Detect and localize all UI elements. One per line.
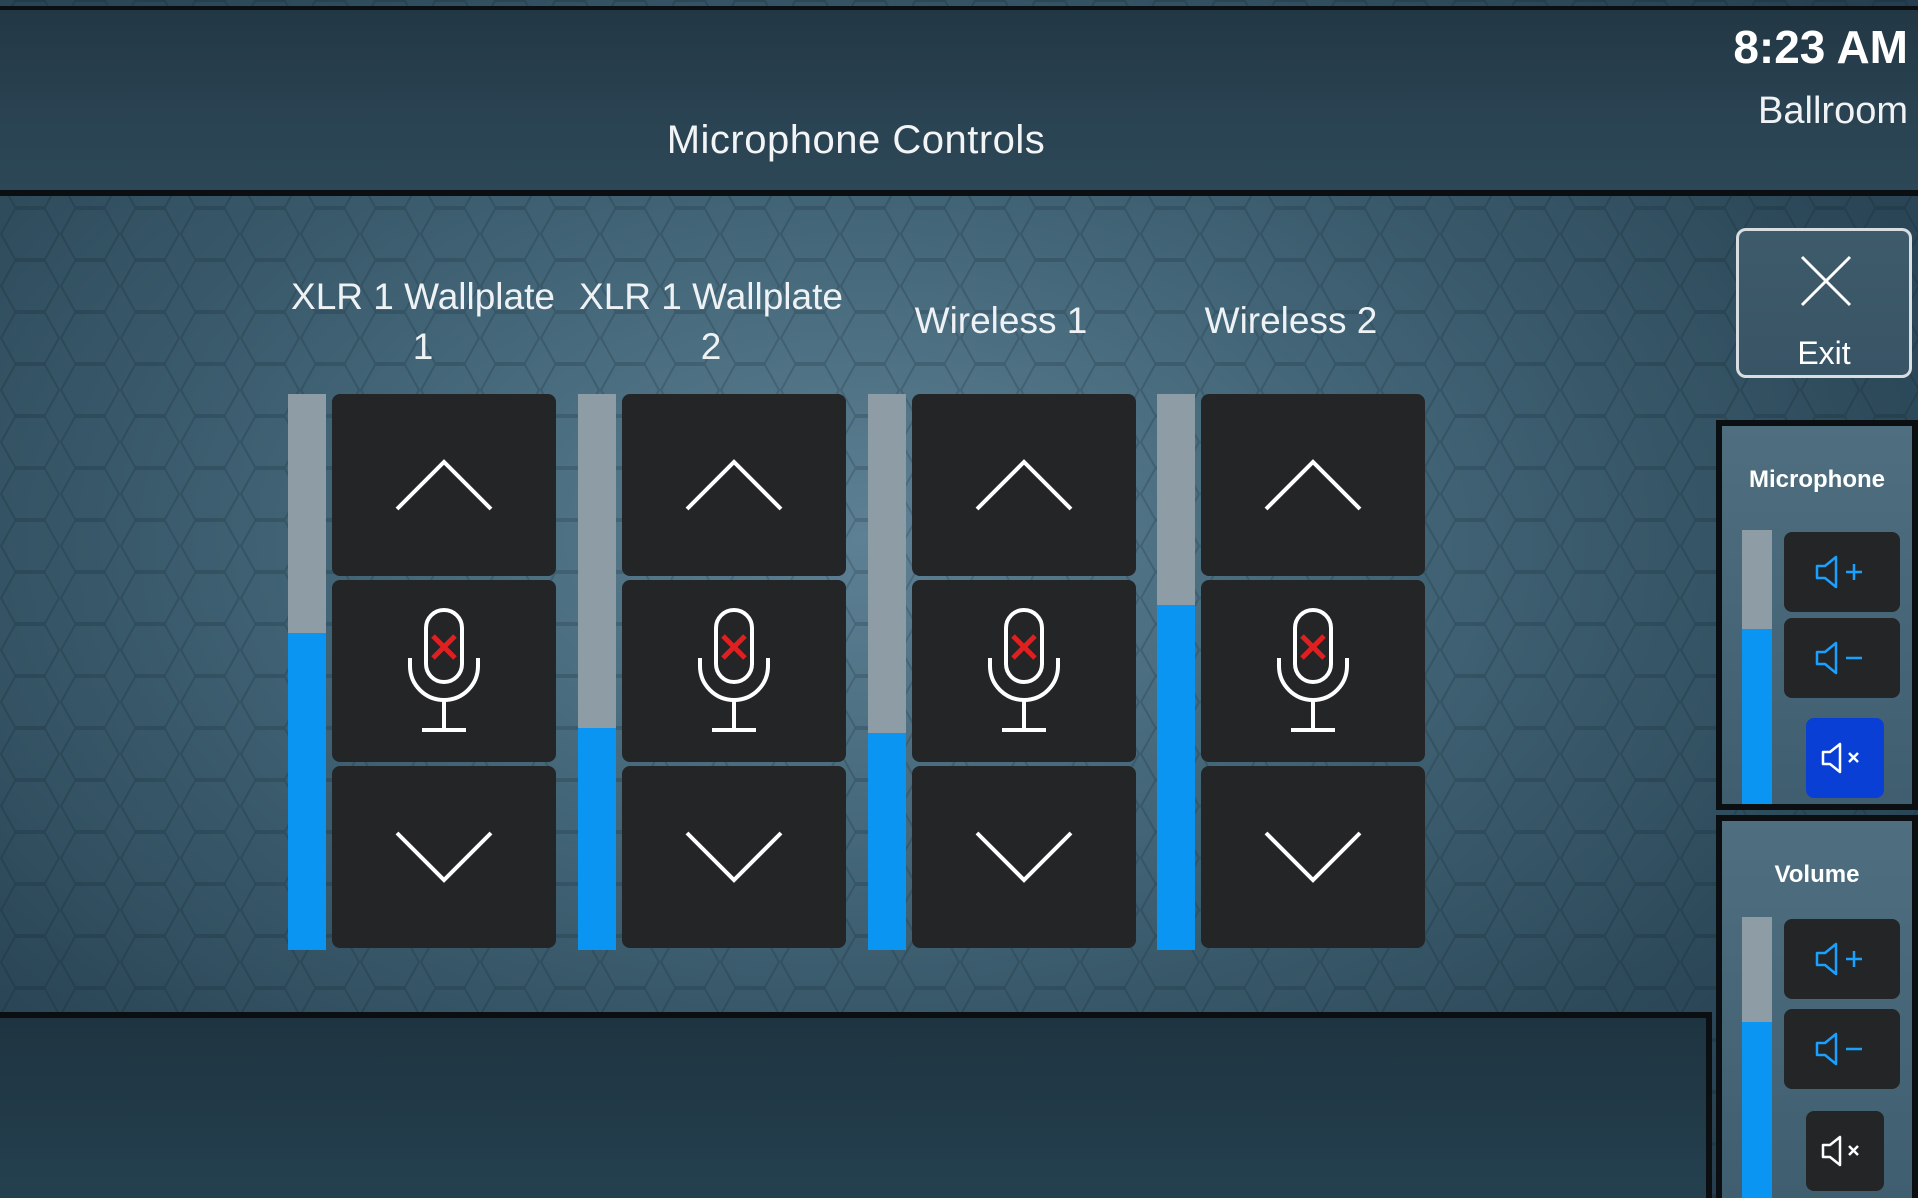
volume-panel: Volume (1716, 815, 1918, 1198)
speaker-minus-icon (1815, 1032, 1862, 1066)
channel-level-fill-1 (288, 633, 326, 950)
microphone-muted-icon (408, 608, 480, 732)
channel-2-volume-down-button[interactable] (622, 766, 846, 948)
room-name: Ballroom (1758, 90, 1908, 132)
chevron-up-icon (975, 459, 1073, 511)
microphone-panel-title: Microphone (1749, 466, 1885, 493)
chevron-down-icon (975, 831, 1073, 883)
channel-label-2: XLR 1 Wallplate 2 (579, 276, 843, 367)
speaker-minus-icon (1815, 641, 1862, 675)
channel-4-mute-button[interactable] (1201, 580, 1425, 762)
microphone-mute-button[interactable] (1806, 718, 1884, 798)
channel-label-1: XLR 1 Wallplate 1 (291, 276, 555, 367)
chevron-up-icon (685, 459, 783, 511)
microphone-muted-icon (1277, 608, 1349, 732)
speaker-mute-icon (1821, 742, 1859, 774)
channel-3-volume-up-button[interactable] (912, 394, 1136, 576)
channel-label-4: Wireless 2 (1204, 300, 1378, 341)
microphone-muted-icon (698, 608, 770, 732)
volume-level-meter (1742, 917, 1772, 1198)
microphone-volume-down-button[interactable] (1784, 618, 1900, 698)
channel-2-volume-up-button[interactable] (622, 394, 846, 576)
channel-level-fill-4 (1157, 605, 1195, 950)
footer-bar (0, 1012, 1712, 1198)
volume-panel-title: Volume (1774, 861, 1860, 888)
channel-level-fill-2 (578, 728, 616, 950)
channel-3-volume-down-button[interactable] (912, 766, 1136, 948)
speaker-plus-icon (1815, 942, 1862, 976)
exit-button[interactable]: Exit (1736, 228, 1912, 378)
channel-level-meter-4 (1157, 394, 1195, 950)
channel-level-meter-3 (868, 394, 906, 950)
channel-3-mute-button[interactable] (912, 580, 1136, 762)
speaker-mute-icon (1821, 1135, 1859, 1167)
channel-2-mute-button[interactable] (622, 580, 846, 762)
microphone-muted-icon (988, 608, 1060, 732)
chevron-down-icon (1264, 831, 1362, 883)
microphone-level-fill (1742, 629, 1772, 804)
chevron-up-icon (395, 459, 493, 511)
channel-label-3: Wireless 1 (914, 300, 1088, 341)
exit-label: Exit (1797, 335, 1851, 371)
microphone-level-meter (1742, 530, 1772, 804)
volume-down-button[interactable] (1784, 1009, 1900, 1089)
microphone-volume-up-button[interactable] (1784, 532, 1900, 612)
chevron-down-icon (395, 831, 493, 883)
microphone-panel: Microphone (1716, 420, 1918, 810)
channel-level-fill-3 (868, 733, 906, 950)
header-bar (0, 6, 1918, 196)
channel-1-volume-up-button[interactable] (332, 394, 556, 576)
volume-mute-button[interactable] (1806, 1111, 1884, 1191)
channel-4-volume-up-button[interactable] (1201, 394, 1425, 576)
channel-level-meter-2 (578, 394, 616, 950)
channel-4-volume-down-button[interactable] (1201, 766, 1425, 948)
chevron-down-icon (685, 831, 783, 883)
volume-level-fill (1742, 1022, 1772, 1198)
channel-level-meter-1 (288, 394, 326, 950)
speaker-plus-icon (1815, 555, 1862, 589)
volume-up-button[interactable] (1784, 919, 1900, 999)
channel-1-volume-down-button[interactable] (332, 766, 556, 948)
chevron-up-icon (1264, 459, 1362, 511)
close-icon (1800, 255, 1852, 307)
clock: 8:23 AM (1733, 21, 1908, 73)
page-title: Microphone Controls (666, 118, 1046, 162)
channel-1-mute-button[interactable] (332, 580, 556, 762)
